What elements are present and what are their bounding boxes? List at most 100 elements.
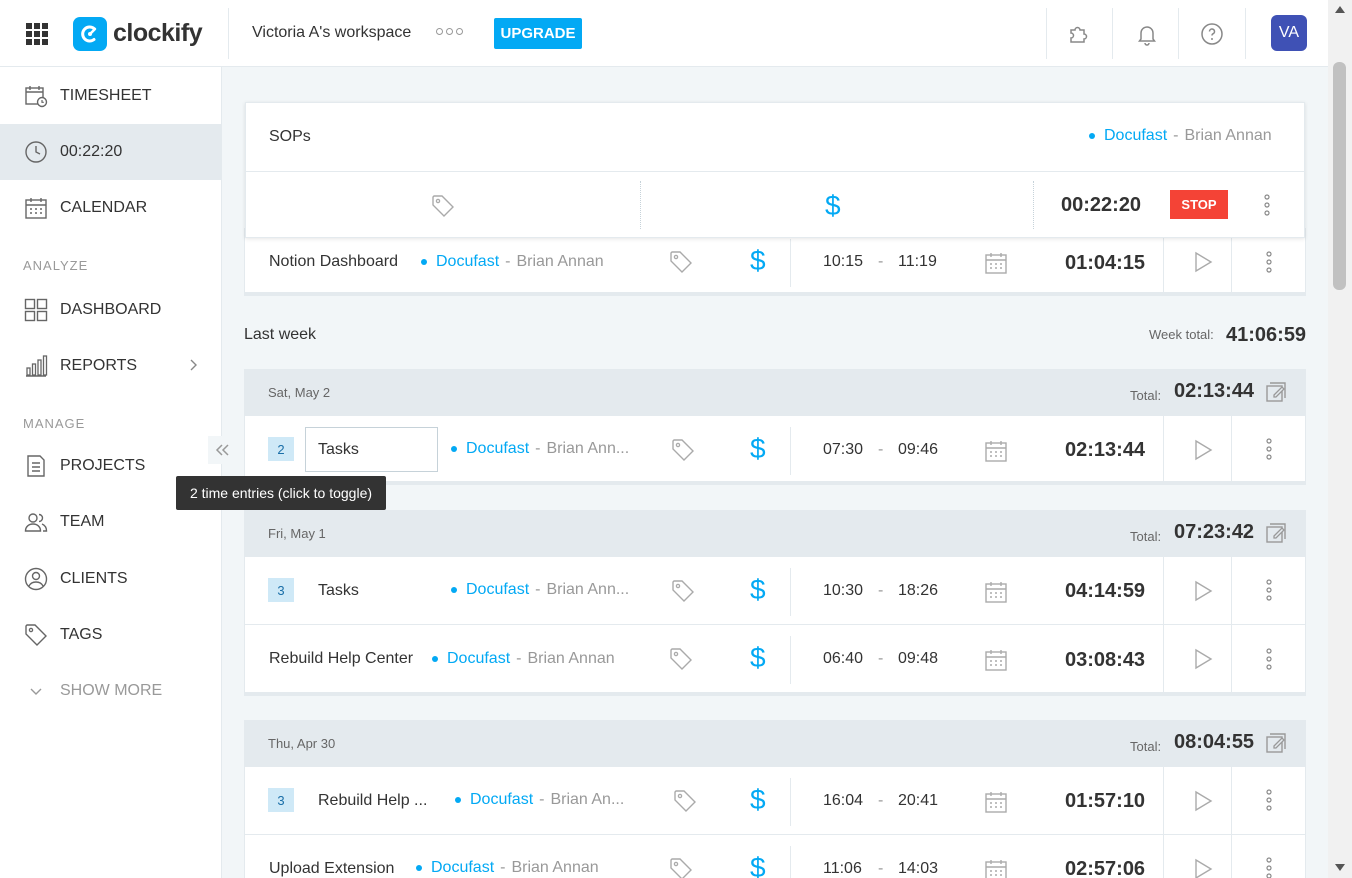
billable-icon[interactable]: $ (750, 574, 766, 606)
sidebar-item-clients[interactable]: CLIENTS (0, 551, 221, 607)
billable-icon[interactable]: $ (750, 784, 766, 816)
entry-description-input[interactable]: Tasks (305, 427, 438, 472)
sidebar-item-calendar[interactable]: CALENDAR (0, 180, 221, 236)
sidebar-item-show-more[interactable]: SHOW MORE (0, 663, 221, 719)
sidebar-item-tracker[interactable]: 00:22:20 (0, 124, 221, 180)
entry-start-time[interactable]: 11:06 (823, 860, 862, 878)
scrollbar[interactable] (1328, 0, 1352, 878)
entry-project[interactable]: Docufast - Brian Annan (421, 253, 604, 271)
calendar-icon[interactable] (984, 251, 1008, 275)
puzzle-icon[interactable] (1067, 22, 1091, 46)
play-icon[interactable] (1193, 790, 1213, 812)
entry-description[interactable]: Rebuild Help Center (269, 650, 413, 668)
entry-description[interactable]: Upload Extension (269, 860, 394, 878)
sidebar-item-reports[interactable]: REPORTS (0, 338, 221, 394)
entry-project[interactable]: Docufast - Brian Ann... (451, 440, 629, 458)
entry-description[interactable]: Rebuild Help ... (318, 792, 427, 810)
collapse-sidebar-button[interactable] (208, 436, 236, 464)
play-icon[interactable] (1193, 648, 1213, 670)
upgrade-button[interactable]: UPGRADE (494, 18, 582, 49)
billable-icon[interactable]: $ (750, 642, 766, 674)
time-entry-row[interactable]: Rebuild Help Center Docufast - Brian Annan… (244, 624, 1306, 696)
clockify-logo-icon (73, 16, 107, 51)
entry-start-time[interactable]: 16:04 (823, 792, 863, 810)
entry-description[interactable]: Tasks (318, 582, 359, 600)
scroll-down-arrow-icon[interactable] (1334, 863, 1346, 873)
tracker-project[interactable]: Docufast - Brian Annan (1089, 127, 1272, 145)
calendar-icon[interactable] (984, 580, 1008, 604)
bulk-edit-icon[interactable] (1265, 381, 1289, 403)
tracker-description[interactable]: SOPs (269, 128, 311, 146)
calendar-icon[interactable] (984, 648, 1008, 672)
time-entry-group-row[interactable]: 3 Tasks Docufast - Brian Ann... $ 10:30 - … (244, 556, 1306, 625)
day-total-label: Total: (1130, 529, 1162, 544)
billable-icon[interactable]: $ (750, 852, 766, 878)
entry-end-time[interactable]: 09:48 (898, 650, 938, 668)
apps-grid-icon[interactable] (26, 23, 48, 45)
calendar-icon[interactable] (984, 790, 1008, 814)
entry-project[interactable]: Docufast - Brian Annan (416, 859, 599, 877)
time-separator: - (878, 441, 884, 458)
entry-count-badge[interactable]: 3 (268, 578, 294, 602)
divider (1163, 229, 1164, 293)
workspace-menu-icon[interactable] (436, 28, 463, 35)
bulk-edit-icon[interactable] (1265, 522, 1289, 544)
time-entry-row[interactable]: Notion Dashboard Docufast - Brian Annan $ … (244, 228, 1306, 296)
bell-icon[interactable] (1135, 22, 1159, 46)
sidebar-item-timesheet[interactable]: TIMESHEET (0, 68, 221, 124)
time-separator: - (878, 650, 884, 667)
tag-icon[interactable] (669, 857, 693, 878)
entry-start-time[interactable]: 06:40 (823, 650, 863, 668)
entry-project[interactable]: Docufast - Brian An... (455, 791, 624, 809)
workspace-name[interactable]: Victoria A's workspace (252, 24, 411, 42)
play-icon[interactable] (1193, 439, 1213, 461)
entry-end-time[interactable]: 14:03 (898, 860, 938, 878)
billable-icon[interactable]: $ (750, 245, 766, 277)
time-entry-group-row[interactable]: 2 Tasks Docufast - Brian Ann... $ 07:30 - … (244, 415, 1306, 485)
play-icon[interactable] (1193, 858, 1213, 878)
entry-end-time[interactable]: 11:19 (898, 253, 937, 271)
scroll-up-arrow-icon[interactable] (1334, 4, 1346, 14)
entry-project[interactable]: Docufast - Brian Annan (432, 650, 615, 668)
more-icon[interactable] (1263, 647, 1275, 671)
entry-start-time[interactable]: 10:30 (823, 582, 863, 600)
entry-count-badge[interactable]: 2 (268, 437, 294, 461)
time-entry-row[interactable]: Upload Extension Docufast - Brian Annan $ … (244, 834, 1306, 878)
billable-icon[interactable]: $ (825, 190, 841, 222)
tag-icon[interactable] (431, 194, 455, 218)
play-icon[interactable] (1193, 251, 1213, 273)
entry-end-time[interactable]: 09:46 (898, 441, 938, 459)
billable-icon[interactable]: $ (750, 433, 766, 465)
more-icon[interactable] (1263, 856, 1275, 878)
tag-icon[interactable] (671, 579, 695, 603)
calendar-icon[interactable] (984, 858, 1008, 878)
tag-icon[interactable] (669, 250, 693, 274)
tag-icon[interactable] (669, 647, 693, 671)
entry-start-time[interactable]: 10:15 (823, 253, 863, 271)
sidebar-item-tags[interactable]: TAGS (0, 607, 221, 663)
entry-description[interactable]: Notion Dashboard (269, 253, 398, 271)
chevron-right-icon (188, 358, 198, 372)
entry-end-time[interactable]: 18:26 (898, 582, 938, 600)
more-icon[interactable] (1263, 250, 1275, 274)
stop-button[interactable]: STOP (1170, 190, 1228, 219)
entry-end-time[interactable]: 20:41 (898, 792, 938, 810)
sidebar-item-dashboard[interactable]: DASHBOARD (0, 282, 221, 338)
time-entry-group-row[interactable]: 3 Rebuild Help ... Docufast - Brian An... … (244, 766, 1306, 835)
entry-start-time[interactable]: 07:30 (823, 441, 863, 459)
more-icon[interactable] (1263, 437, 1275, 461)
help-icon[interactable] (1200, 22, 1224, 46)
play-icon[interactable] (1193, 580, 1213, 602)
logo[interactable]: clockify (73, 16, 203, 51)
entry-project[interactable]: Docufast - Brian Ann... (451, 581, 629, 599)
more-icon[interactable] (1261, 193, 1273, 217)
tag-icon[interactable] (673, 789, 697, 813)
avatar[interactable]: VA (1271, 15, 1307, 51)
entry-count-badge[interactable]: 3 (268, 788, 294, 812)
more-icon[interactable] (1263, 788, 1275, 812)
more-icon[interactable] (1263, 578, 1275, 602)
bulk-edit-icon[interactable] (1265, 732, 1289, 754)
calendar-icon[interactable] (984, 439, 1008, 463)
scrollbar-thumb[interactable] (1333, 62, 1346, 290)
tag-icon[interactable] (671, 438, 695, 462)
